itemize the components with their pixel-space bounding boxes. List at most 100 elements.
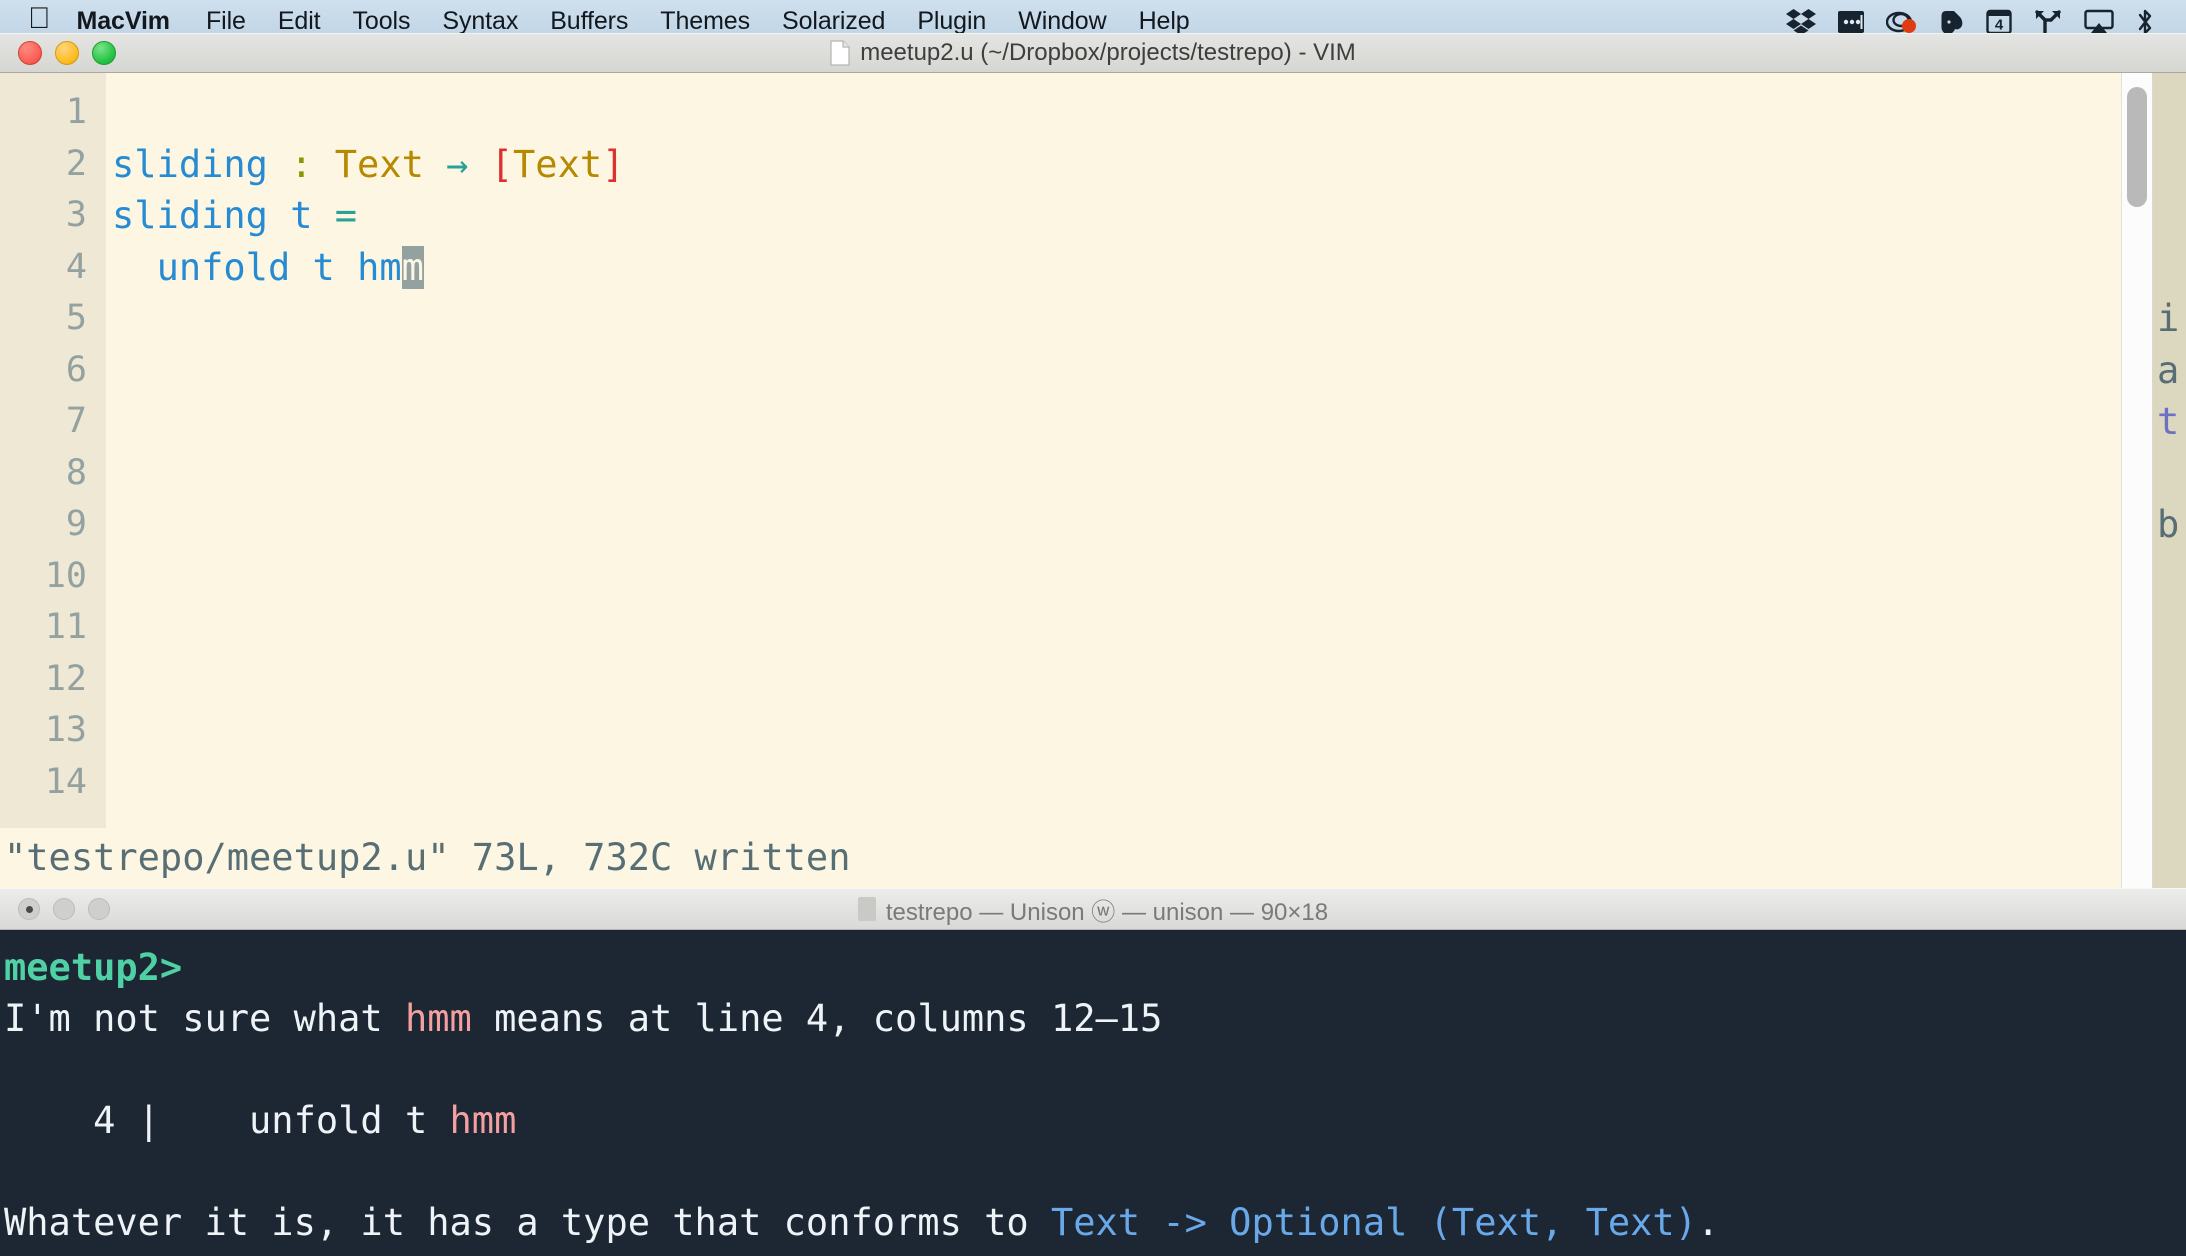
line-number: 4 xyxy=(65,246,87,287)
line-number: 1 xyxy=(65,92,87,132)
menu-item-file[interactable]: File xyxy=(190,7,262,36)
calendar-4-icon[interactable]: 4 xyxy=(1986,9,2012,35)
terminal-output[interactable]: meetup2> I'm not sure what hmm means at … xyxy=(0,930,2186,1256)
fork-branch-icon[interactable] xyxy=(2034,9,2062,35)
unison-prompt: meetup2> xyxy=(4,946,183,989)
document-icon xyxy=(830,40,850,66)
line-number: 7 xyxy=(65,401,87,441)
macvim-title-text-wrap: meetup2.u (~/Dropbox/projects/testrepo) … xyxy=(0,39,2186,67)
macvim-window: meetup2.u (~/Dropbox/projects/testrepo) … xyxy=(0,33,2186,888)
right-pane-line xyxy=(2153,448,2186,500)
error-text-suffix: means at line 4, columns 12–15 xyxy=(471,997,1163,1040)
terminal-prompt-line: meetup2> xyxy=(4,942,2186,993)
line-number: 12 xyxy=(44,658,87,699)
zoom-button[interactable] xyxy=(92,41,116,65)
conforms-type-signature: Text -> Optional (Text, Text) xyxy=(1050,1201,1697,1244)
code-token-arg: t xyxy=(312,245,335,289)
macvim-window-controls xyxy=(0,41,116,65)
conforms-text-suffix: . xyxy=(1696,1201,1720,1244)
line-number: 10 xyxy=(44,555,87,596)
line-number: 13 xyxy=(44,710,87,750)
snippet-prefix: 4 | unfold t xyxy=(4,1099,450,1142)
dropbox-icon[interactable] xyxy=(1786,8,1816,35)
zoom-button[interactable] xyxy=(88,898,110,920)
vim-editor[interactable]: 1 2 3 4 5 6 7 8 9 10 11 12 13 14 sliding… xyxy=(0,73,2121,828)
vim-right-split-pane[interactable]: i a t b xyxy=(2153,73,2186,888)
menu-item-edit[interactable]: Edit xyxy=(262,7,337,36)
line-number: 11 xyxy=(44,607,87,647)
calendar-day-number: 4 xyxy=(1995,16,2004,33)
menu-item-syntax[interactable]: Syntax xyxy=(426,7,534,36)
code-token-type: Text xyxy=(334,142,424,186)
line-number: 3 xyxy=(65,195,87,235)
menu-item-buffers[interactable]: Buffers xyxy=(534,7,644,36)
macvim-title-text: meetup2.u (~/Dropbox/projects/testrepo) … xyxy=(860,39,1356,66)
minimize-button[interactable] xyxy=(53,898,75,920)
terminal-snippet-line: 4 | unfold t hmm xyxy=(4,1095,2186,1146)
macvim-titlebar[interactable]: meetup2.u (~/Dropbox/projects/testrepo) … xyxy=(0,33,2186,73)
line-number: 14 xyxy=(44,761,87,802)
line-number: 2 xyxy=(65,143,87,184)
code-token-function: sliding xyxy=(112,142,268,186)
minimize-button[interactable] xyxy=(55,41,79,65)
code-token-function: sliding xyxy=(112,194,268,237)
vim-vertical-scrollbar[interactable] xyxy=(2121,73,2153,888)
vim-block-cursor: m xyxy=(401,245,424,289)
error-text-prefix: I'm not sure what xyxy=(4,997,405,1040)
desktop-screen:  MacVim File Edit Tools Syntax Buffers … xyxy=(0,0,2186,1256)
line-number: 9 xyxy=(65,504,87,544)
code-token-arg: t xyxy=(290,194,313,237)
menu-item-plugin[interactable]: Plugin xyxy=(901,7,1002,36)
conforms-text-prefix: Whatever it is, it has a type that confo… xyxy=(4,1201,1051,1244)
screen-record-icon[interactable] xyxy=(1886,9,1918,35)
code-token-bracket-open: [ xyxy=(490,142,514,186)
terminal-conforms-line: Whatever it is, it has a type that confo… xyxy=(4,1197,2186,1248)
right-pane-line: t xyxy=(2157,400,2180,443)
right-pane-line: a xyxy=(2157,348,2180,392)
vim-line-number-gutter: 1 2 3 4 5 6 7 8 9 10 11 12 13 14 xyxy=(0,73,106,828)
macvim-body: 1 2 3 4 5 6 7 8 9 10 11 12 13 14 sliding… xyxy=(0,73,2186,888)
code-token-equals: = xyxy=(334,194,358,237)
menu-bar-items:  MacVim File Edit Tools Syntax Buffers … xyxy=(28,4,1206,36)
terminal-titlebar[interactable]: testrepo — Unison ⓦ — unison — 90×18 xyxy=(0,888,2186,930)
vim-code-area[interactable]: sliding : Text → [Text] sliding t = unfo… xyxy=(106,73,2121,828)
vim-scrollbar-thumb[interactable] xyxy=(2127,87,2147,207)
right-pane-line: i xyxy=(2157,297,2180,340)
bluetooth-icon[interactable] xyxy=(2136,8,2154,36)
airplay-icon[interactable] xyxy=(2084,9,2114,35)
apple-menu-icon[interactable]:  xyxy=(28,4,51,34)
evernote-icon[interactable] xyxy=(1940,8,1964,36)
dots-box-icon[interactable] xyxy=(1838,9,1864,35)
menu-bar-status-icons: 4 xyxy=(1786,8,2168,36)
menu-item-themes[interactable]: Themes xyxy=(644,7,766,36)
right-pane-line xyxy=(2153,190,2186,242)
close-button[interactable] xyxy=(18,898,40,920)
menu-item-window[interactable]: Window xyxy=(1002,7,1122,36)
code-line-3: sliding t = xyxy=(112,190,2121,242)
code-token-arrow: → xyxy=(446,142,469,186)
menu-item-solarized[interactable]: Solarized xyxy=(766,7,901,36)
line-number: 6 xyxy=(65,349,87,390)
menu-item-help[interactable]: Help xyxy=(1123,7,1206,36)
close-button[interactable] xyxy=(18,41,42,65)
menu-item-macvim[interactable]: MacVim xyxy=(77,7,190,36)
terminal-window-controls xyxy=(0,898,110,920)
code-token-bracket-close: ] xyxy=(602,142,625,186)
code-line-4: unfold t hmm xyxy=(112,242,2121,294)
code-token-function: unfold xyxy=(156,245,291,289)
right-pane-line xyxy=(2153,139,2186,191)
right-pane-line xyxy=(2153,87,2186,139)
menu-item-tools[interactable]: Tools xyxy=(337,7,427,36)
line-number: 5 xyxy=(65,298,87,338)
code-token-colon: : xyxy=(290,142,313,186)
